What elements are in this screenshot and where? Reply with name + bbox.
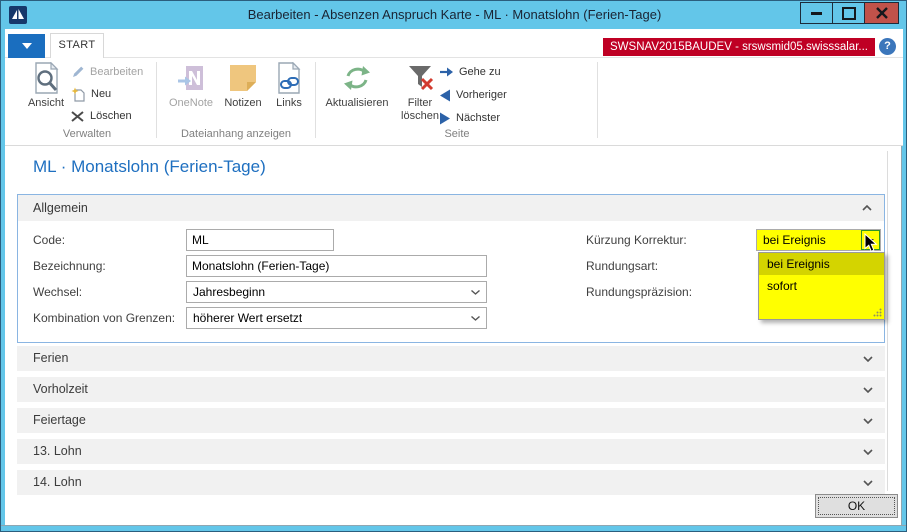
new-document-icon [71, 87, 86, 102]
filter-loeschen-button[interactable]: Filter löschen [397, 61, 443, 123]
next-arrow-icon [439, 112, 451, 125]
ok-button[interactable]: OK [815, 494, 898, 518]
fasttab-13-lohn[interactable]: 13. Lohn [17, 439, 885, 464]
fasttab-feiertage[interactable]: Feiertage [17, 408, 885, 433]
kuerzung-value: bei Ereignis [763, 230, 826, 250]
fasttab-14-lohn[interactable]: 14. Lohn [17, 470, 885, 495]
close-icon [876, 7, 888, 19]
ribbon-bottom-border [5, 145, 903, 146]
ribbon-tab-row: START SWSNAV2015BAUDEV - srswsmid05.swis… [5, 29, 903, 58]
filter-label-line2: löschen [401, 110, 439, 122]
wechsel-combobox[interactable]: Jahresbeginn [186, 281, 487, 303]
fasttab-label-14-lohn: 14. Lohn [33, 470, 82, 495]
sticky-note-icon [229, 61, 257, 95]
maximize-button[interactable] [832, 2, 865, 24]
combo-chevron-icon [471, 316, 480, 321]
onenote-button: OneNote [165, 61, 217, 110]
ribbon-divider [597, 62, 598, 138]
chevron-down-icon [863, 387, 873, 393]
close-button[interactable] [864, 2, 899, 24]
bearbeiten-button: Bearbeiten [71, 63, 143, 81]
fasttab-allgemein: Allgemein Code: Bezeichnung: Wechsel: Ja… [17, 194, 885, 343]
chevron-up-icon [862, 205, 872, 211]
content-edge-line [887, 151, 888, 491]
app-menu-dropdown-icon [22, 43, 32, 49]
titlebar: Bearbeiten - Absenzen Anspruch Karte - M… [1, 1, 907, 29]
loeschen-button[interactable]: Löschen [71, 107, 132, 125]
notizen-button[interactable]: Notizen [219, 61, 267, 110]
group-label-seite: Seite [318, 128, 596, 140]
neu-button[interactable]: Neu [71, 85, 111, 103]
go-to-arrow-icon [439, 66, 454, 78]
dropdown-option-bei-ereignis[interactable]: bei Ereignis [759, 253, 884, 275]
fasttab-header-allgemein[interactable]: Allgemein [18, 195, 884, 221]
chevron-down-icon [863, 356, 873, 362]
page-title: ML · Monatslohn (Ferien-Tage) [33, 157, 266, 177]
group-label-verwalten: Verwalten [19, 128, 155, 140]
code-input[interactable] [186, 229, 334, 251]
ansicht-button[interactable]: Ansicht [21, 61, 71, 110]
bezeichnung-input[interactable] [186, 255, 487, 277]
kombination-combobox[interactable]: höherer Wert ersetzt [186, 307, 487, 329]
app-menu-button[interactable] [8, 34, 45, 58]
fasttab-label-feiertage: Feiertage [33, 408, 86, 433]
ribbon-divider [156, 62, 157, 138]
link-document-icon [275, 61, 303, 95]
window-title: Bearbeiten - Absenzen Anspruch Karte - M… [1, 1, 907, 29]
label-rundungspraezision: Rundungspräzision: [586, 281, 692, 303]
pencil-icon [71, 65, 85, 79]
previous-arrow-icon [439, 89, 451, 102]
refresh-icon [342, 61, 372, 95]
label-kuerzung: Kürzung Korrektur: [586, 229, 687, 251]
fasttab-label-13-lohn: 13. Lohn [33, 439, 82, 464]
fasttab-vorholzeit[interactable]: Vorholzeit [17, 377, 885, 402]
view-document-icon [31, 61, 61, 95]
label-kombination: Kombination von Grenzen: [33, 307, 175, 329]
fasttab-ferien[interactable]: Ferien [17, 346, 885, 371]
vorheriger-button[interactable]: Vorheriger [439, 86, 507, 104]
chevron-down-icon [863, 449, 873, 455]
ribbon-divider [315, 62, 316, 138]
ribbon: Ansicht Bearbeiten Neu Löschen Verwalten [5, 58, 903, 145]
resize-grip-icon[interactable] [872, 307, 882, 317]
minimize-icon [811, 12, 822, 15]
question-mark-icon: ? [884, 40, 891, 52]
maximize-icon [842, 7, 856, 20]
label-rundungsart: Rundungsart: [586, 255, 658, 277]
window-frame-bottom [1, 525, 906, 531]
kombination-value: höherer Wert ersetzt [193, 308, 302, 328]
fasttab-label-vorholzeit: Vorholzeit [33, 377, 88, 402]
help-button[interactable]: ? [879, 38, 896, 55]
label-bezeichnung: Bezeichnung: [33, 255, 106, 277]
minimize-button[interactable] [800, 2, 833, 24]
wechsel-value: Jahresbeginn [193, 282, 265, 302]
clear-filter-icon [406, 61, 434, 95]
server-badge: SWSNAV2015BAUDEV - srswsmid05.swisssalar… [603, 38, 875, 56]
label-code: Code: [33, 229, 65, 251]
label-wechsel: Wechsel: [33, 281, 82, 303]
links-button[interactable]: Links [267, 61, 311, 110]
kuerzung-combobox[interactable]: bei Ereignis [756, 229, 881, 251]
gehe-zu-button[interactable]: Gehe zu [439, 63, 501, 81]
window: Bearbeiten - Absenzen Anspruch Karte - M… [0, 0, 907, 532]
dropdown-option-sofort[interactable]: sofort [759, 275, 884, 297]
tab-start[interactable]: START [50, 33, 104, 58]
group-label-dateianhang: Dateianhang anzeigen [158, 128, 314, 140]
mouse-cursor [864, 233, 878, 253]
naechster-button[interactable]: Nächster [439, 109, 500, 127]
fasttab-label-ferien: Ferien [33, 346, 68, 371]
onenote-icon [176, 61, 206, 95]
delete-x-icon [71, 110, 85, 123]
combo-chevron-icon [471, 290, 480, 295]
aktualisieren-button[interactable]: Aktualisieren [322, 61, 392, 110]
chevron-down-icon [863, 480, 873, 486]
chevron-down-icon [863, 418, 873, 424]
kuerzung-dropdown-list: bei Ereignis sofort [758, 252, 885, 320]
fasttab-label-allgemein: Allgemein [33, 201, 88, 215]
filter-label-line1: Filter [408, 97, 432, 109]
